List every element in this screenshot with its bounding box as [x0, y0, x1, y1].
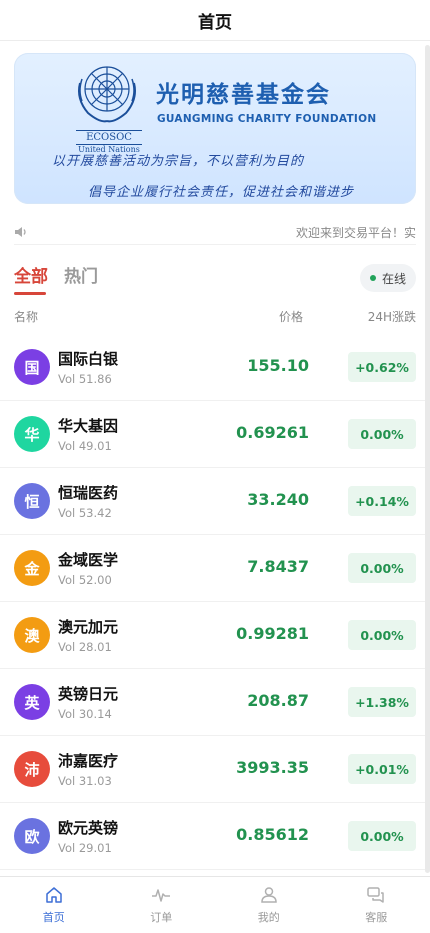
- column-price: 价格: [279, 308, 303, 325]
- notice-bar[interactable]: 欢迎来到交易平台！实: [14, 220, 416, 245]
- tab-underline: [14, 292, 46, 295]
- change-badge: +1.38%: [348, 687, 416, 717]
- nav-item-service[interactable]: 客服: [323, 877, 430, 933]
- top-bar: 首页: [0, 0, 430, 41]
- change-badge: +0.14%: [348, 486, 416, 516]
- asset-price: 0.99281: [236, 624, 309, 643]
- column-name: 名称: [14, 308, 38, 325]
- change-badge: 0.00%: [348, 821, 416, 851]
- avatar: 华: [14, 416, 50, 452]
- speaker-icon: [14, 225, 28, 239]
- nav-label: 客服: [365, 909, 387, 925]
- nav-item-orders[interactable]: 订单: [108, 877, 216, 933]
- asset-name: 沛嘉医疗: [58, 750, 118, 771]
- nav-label: 我的: [258, 909, 280, 925]
- list-item[interactable]: 国 国际白银 Vol 51.86 155.10 +0.62%: [0, 334, 430, 401]
- nav-item-home[interactable]: 首页: [0, 877, 108, 933]
- asset-price: 0.69261: [236, 423, 309, 442]
- home-icon: [44, 885, 64, 905]
- avatar: 沛: [14, 751, 50, 787]
- list-item[interactable]: 华 华大基因 Vol 49.01 0.69261 0.00%: [0, 401, 430, 468]
- org-name-en: GUANGMING CHARITY FOUNDATION: [157, 113, 376, 125]
- chat-icon: [366, 885, 386, 905]
- nav-label: 首页: [43, 909, 65, 925]
- notice-text: 欢迎来到交易平台！实: [38, 224, 416, 241]
- change-badge: 0.00%: [348, 419, 416, 449]
- asset-volume: Vol 51.86: [58, 372, 112, 386]
- asset-name: 国际白银: [58, 348, 118, 369]
- list-item[interactable]: 欧 欧元英镑 Vol 29.01 0.85612 0.00%: [0, 803, 430, 870]
- banner[interactable]: ECOSOC United Nations 光明慈善基金会 GUANGMING …: [14, 53, 416, 204]
- nav-label: 订单: [150, 909, 172, 925]
- asset-volume: Vol 29.01: [58, 841, 112, 855]
- avatar: 国: [14, 349, 50, 385]
- asset-name: 恒瑞医药: [58, 482, 118, 503]
- asset-price: 0.85612: [236, 825, 309, 844]
- status-badge: 在线: [360, 264, 416, 292]
- asset-name: 英镑日元: [58, 683, 118, 704]
- avatar: 澳: [14, 617, 50, 653]
- org-name-cn: 光明慈善基金会: [156, 75, 331, 109]
- pulse-icon: [151, 885, 171, 905]
- un-emblem-icon: [70, 55, 144, 129]
- change-badge: 0.00%: [348, 620, 416, 650]
- change-badge: 0.00%: [348, 553, 416, 583]
- nav-item-profile[interactable]: 我的: [215, 877, 323, 933]
- asset-volume: Vol 53.42: [58, 506, 112, 520]
- list-item[interactable]: 恒 恒瑞医药 Vol 53.42 33.240 +0.14%: [0, 468, 430, 535]
- list-item[interactable]: 澳 澳元加元 Vol 28.01 0.99281 0.00%: [0, 602, 430, 669]
- bottom-nav: 首页 订单 我的 客服: [0, 876, 430, 933]
- asset-name: 金域医学: [58, 549, 118, 570]
- tab-all[interactable]: 全部: [14, 262, 48, 287]
- asset-price: 3993.35: [236, 758, 309, 777]
- scrollbar[interactable]: [425, 45, 430, 873]
- status-label: 在线: [382, 270, 406, 287]
- tab-hot[interactable]: 热门: [64, 262, 98, 287]
- asset-volume: Vol 31.03: [58, 774, 112, 788]
- change-badge: +0.01%: [348, 754, 416, 784]
- list-item[interactable]: 英 英镑日元 Vol 30.14 208.87 +1.38%: [0, 669, 430, 736]
- avatar: 英: [14, 684, 50, 720]
- asset-list: 国 国际白银 Vol 51.86 155.10 +0.62% 华 华大基因 Vo…: [0, 334, 430, 870]
- asset-volume: Vol 28.01: [58, 640, 112, 654]
- column-change: 24H涨跌: [368, 308, 416, 325]
- asset-volume: Vol 49.01: [58, 439, 112, 453]
- asset-name: 欧元英镑: [58, 817, 118, 838]
- list-item[interactable]: 金 金域医学 Vol 52.00 7.8437 0.00%: [0, 535, 430, 602]
- asset-price: 208.87: [247, 691, 309, 710]
- asset-price: 7.8437: [247, 557, 309, 576]
- asset-price: 33.240: [247, 490, 309, 509]
- page-title: 首页: [198, 8, 232, 33]
- asset-volume: Vol 30.14: [58, 707, 112, 721]
- avatar: 恒: [14, 483, 50, 519]
- slogan-line-2: 倡导企业履行社会责任，促进社会和谐进步: [88, 181, 354, 200]
- user-icon: [259, 885, 279, 905]
- logo-text: ECOSOC: [76, 130, 142, 145]
- market-tabs: 全部 热门 在线: [14, 262, 416, 298]
- list-item[interactable]: 沛 沛嘉医疗 Vol 31.03 3993.35 +0.01%: [0, 736, 430, 803]
- asset-name: 澳元加元: [58, 616, 118, 637]
- avatar: 欧: [14, 818, 50, 854]
- asset-price: 155.10: [247, 356, 309, 375]
- slogan-line-1: 以开展慈善活动为宗旨，不以营利为目的: [52, 150, 304, 169]
- online-dot-icon: [370, 275, 376, 281]
- column-headers: 名称 价格 24H涨跌: [14, 308, 416, 324]
- asset-volume: Vol 52.00: [58, 573, 112, 587]
- avatar: 金: [14, 550, 50, 586]
- asset-name: 华大基因: [58, 415, 118, 436]
- change-badge: +0.62%: [348, 352, 416, 382]
